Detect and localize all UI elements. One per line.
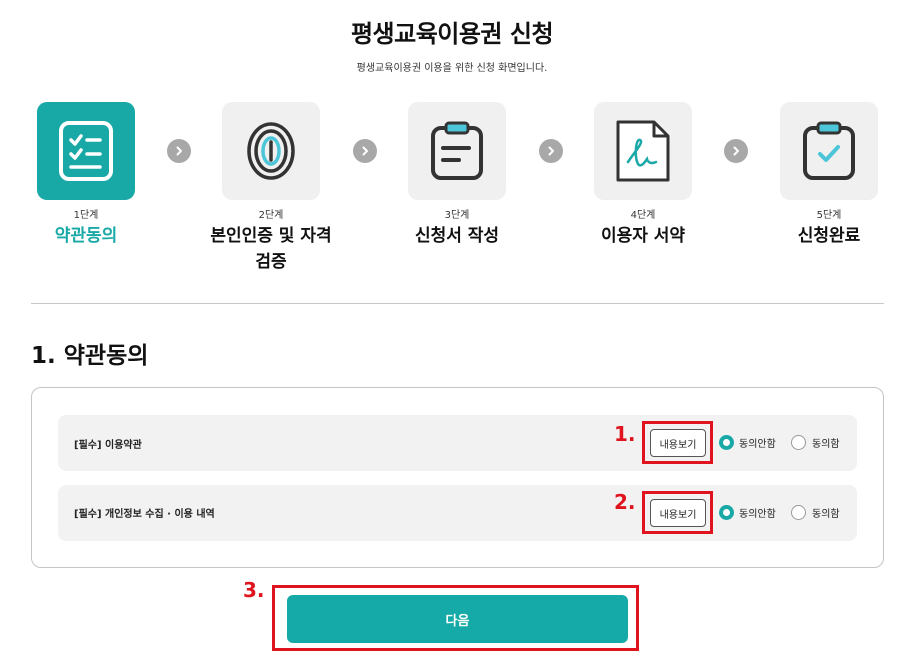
term-row-terms-of-use: [필수] 이용약관 내용보기 동의안함 동의함 — [58, 415, 857, 471]
annotation-label: 3. — [243, 578, 265, 602]
term-row-privacy: [필수] 개인정보 수집 · 이용 내역 내용보기 동의안함 동의함 — [58, 485, 857, 541]
step-3-name: 신청서 작성 — [414, 226, 500, 246]
disagree-radio[interactable] — [719, 435, 734, 450]
step-1-box — [37, 102, 135, 200]
page-title: 평생교육이용권 신청 — [350, 20, 554, 48]
agree-radio-label: 동의함 — [812, 509, 840, 520]
step-5-name: 신청완료 — [797, 226, 861, 246]
agree-radio[interactable] — [791, 505, 806, 520]
step-1-name: 약관동의 — [54, 226, 118, 246]
chevron-right-icon — [539, 139, 563, 163]
disagree-radio-label: 동의안함 — [739, 439, 776, 450]
chevron-right-icon — [167, 139, 191, 163]
signature-document-icon — [616, 120, 670, 182]
agree-radio[interactable] — [791, 435, 806, 450]
step-2-number: 2단계 — [258, 210, 284, 221]
step-4-number: 4단계 — [630, 210, 656, 221]
term-label: [필수] 이용약관 — [74, 440, 142, 451]
checklist-icon — [59, 121, 113, 181]
step-2-name: 본인인증 및 자격검증 — [210, 226, 332, 272]
disagree-radio[interactable] — [719, 505, 734, 520]
step-4-box — [594, 102, 692, 200]
chevron-right-icon — [724, 139, 748, 163]
clipboard-check-icon — [803, 121, 855, 180]
disagree-radio-label: 동의안함 — [739, 509, 776, 520]
annotation-label: 1. — [614, 422, 636, 446]
agree-radio-label: 동의함 — [812, 439, 840, 450]
clipboard-form-icon — [431, 121, 483, 180]
step-3-box — [408, 102, 506, 200]
fingerprint-icon — [247, 122, 295, 180]
step-1-number: 1단계 — [73, 210, 99, 221]
step-5-box — [780, 102, 878, 200]
step-2-box — [222, 102, 320, 200]
divider — [31, 303, 884, 304]
page-subtitle: 평생교육이용권 이용을 위한 신청 화면입니다. — [356, 63, 548, 74]
step-5-number: 5단계 — [816, 210, 842, 221]
highlight-box — [642, 491, 713, 534]
step-4-name: 이용자 서약 — [600, 226, 686, 246]
next-button[interactable]: 다음 — [287, 595, 628, 643]
section-title: 1. 약관동의 — [31, 343, 149, 369]
term-label: [필수] 개인정보 수집 · 이용 내역 — [74, 509, 215, 520]
highlight-box — [642, 421, 713, 464]
chevron-right-icon — [353, 139, 377, 163]
step-3-number: 3단계 — [444, 210, 470, 221]
annotation-label: 2. — [614, 490, 636, 514]
